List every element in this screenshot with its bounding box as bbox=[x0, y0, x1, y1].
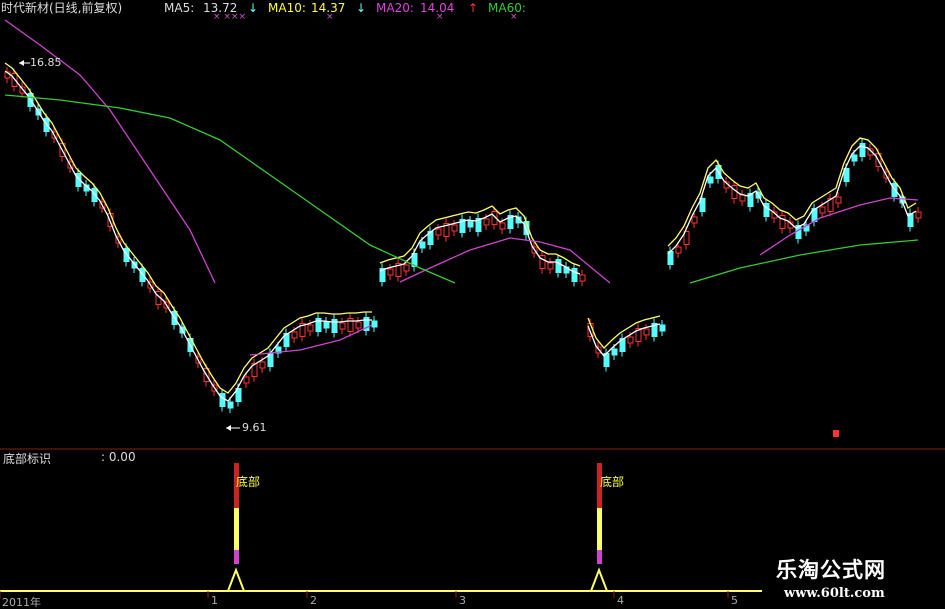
candle-body bbox=[323, 321, 330, 329]
signal-bar-mid bbox=[597, 508, 602, 550]
signal-peak bbox=[227, 567, 245, 592]
ma10-line bbox=[379, 205, 581, 267]
candle-body bbox=[339, 322, 346, 330]
tick-label: 5 bbox=[731, 594, 738, 607]
candle-body bbox=[707, 176, 714, 184]
candle-body bbox=[851, 154, 858, 162]
candle-body bbox=[763, 203, 770, 217]
candle-body bbox=[435, 228, 442, 236]
tick-label: 2 bbox=[310, 594, 317, 607]
candle-body bbox=[739, 194, 746, 202]
candle-body bbox=[675, 246, 682, 254]
candle-body bbox=[779, 215, 786, 229]
tick-label: 1 bbox=[211, 594, 218, 607]
candle-body bbox=[555, 259, 562, 273]
price-high-label: 16.85 bbox=[30, 56, 62, 69]
candle-body bbox=[915, 211, 922, 219]
candle-body bbox=[643, 328, 650, 336]
candle-body bbox=[659, 324, 666, 332]
indicator-title: 底部标识 bbox=[3, 452, 52, 466]
candle-body bbox=[451, 224, 458, 232]
signal-bar-purple bbox=[597, 550, 602, 564]
candle-body bbox=[291, 331, 298, 339]
price-high-arrow-icon bbox=[19, 60, 30, 66]
tick-label: 4 bbox=[617, 594, 624, 607]
stock-chart-window: 时代新材(日线,前复权) MA5: 13.72 ↓ MA10: 14.37 ↓ … bbox=[0, 0, 945, 609]
signal-bar-purple bbox=[234, 550, 239, 564]
candle-body bbox=[859, 143, 866, 157]
chart-canvas[interactable] bbox=[0, 0, 945, 609]
candle-body bbox=[483, 218, 490, 226]
red-marker bbox=[833, 430, 839, 437]
tick-label: 3 bbox=[459, 594, 466, 607]
ma60-line bbox=[689, 239, 919, 284]
candle-body bbox=[691, 216, 698, 224]
candle-body bbox=[355, 321, 362, 329]
moving-average-lines bbox=[4, 19, 919, 402]
bottom-signal-bars bbox=[227, 463, 608, 592]
candle-body bbox=[499, 222, 506, 230]
candle-body bbox=[579, 274, 586, 282]
candle-body bbox=[419, 241, 426, 249]
candle-body bbox=[571, 268, 578, 282]
candle-body bbox=[387, 268, 394, 276]
signal-peak bbox=[590, 567, 608, 592]
candle-body bbox=[467, 220, 474, 228]
candle-body bbox=[611, 348, 618, 356]
watermark-site-name: 乐淘公式网 bbox=[776, 558, 886, 582]
candle-body bbox=[219, 393, 226, 407]
bottom-signal-label: 底部 bbox=[600, 475, 625, 489]
candle-body bbox=[547, 262, 554, 270]
candle-body bbox=[539, 255, 546, 269]
candle-body bbox=[243, 376, 250, 384]
candle-body bbox=[403, 264, 410, 272]
price-low-arrow-icon bbox=[226, 425, 240, 431]
watermark: 乐淘公式网 www.60lt.com bbox=[762, 550, 945, 609]
ma60-line bbox=[4, 94, 456, 284]
candle-body bbox=[819, 206, 826, 214]
bottom-signal-label: 底部 bbox=[236, 475, 261, 489]
candle-body bbox=[731, 185, 738, 199]
candle-body bbox=[259, 361, 266, 369]
candle-body bbox=[835, 196, 842, 204]
price-low-label: 9.61 bbox=[242, 421, 267, 434]
candle-body bbox=[307, 324, 314, 332]
indicator-value: : 0.00 bbox=[101, 450, 136, 464]
candle-body bbox=[227, 401, 234, 409]
watermark-url: www.60lt.com bbox=[784, 586, 885, 601]
year-label: 2011年 bbox=[2, 596, 41, 609]
candle-body bbox=[371, 320, 378, 328]
candle-body bbox=[627, 336, 634, 344]
signal-bar-mid bbox=[234, 508, 239, 550]
ma10-line bbox=[667, 137, 917, 247]
